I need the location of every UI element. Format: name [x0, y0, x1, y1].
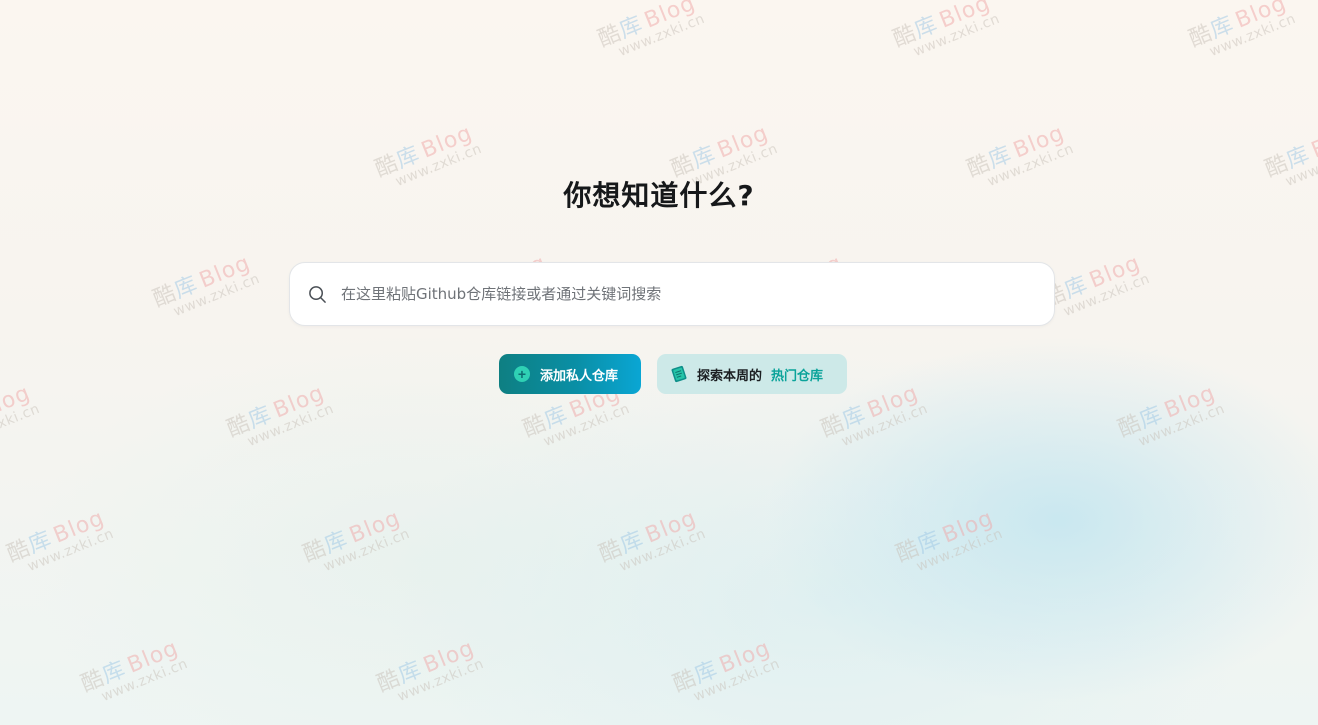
watermark: 酷库Blogwww.zxki.cn [594, 0, 708, 61]
watermark: 酷库Blogwww.zxki.cn [3, 505, 117, 576]
watermark: 酷库Blogwww.zxki.cn [223, 380, 337, 451]
search-input[interactable] [339, 273, 1034, 315]
watermark: 酷库Blogwww.zxki.cn [299, 505, 413, 576]
watermark: 酷库Blogwww.zxki.cn [0, 380, 43, 451]
watermark: 酷库Blogwww.zxki.cn [1185, 0, 1299, 61]
add-private-repo-button[interactable]: + 添加私人仓库 [499, 354, 641, 394]
watermark: 酷库Blogwww.zxki.cn [77, 635, 191, 706]
explore-label-highlight: 热门仓库 [771, 367, 824, 383]
watermark: 酷库Blogwww.zxki.cn [595, 505, 709, 576]
plus-circle-icon: + [514, 366, 530, 382]
search-icon [307, 284, 327, 304]
watermark: 酷库Blogwww.zxki.cn [149, 250, 263, 321]
page-title: 你想知道什么? [563, 179, 755, 212]
add-private-repo-label: 添加私人仓库 [540, 367, 619, 383]
search-box[interactable] [289, 262, 1055, 326]
watermark: 酷库Blogwww.zxki.cn [892, 505, 1006, 576]
explore-weekly-trending-button[interactable]: 探索本周的 热门仓库 [657, 354, 847, 394]
watermark: 酷库Blogwww.zxki.cn [889, 0, 1003, 61]
book-icon [669, 364, 689, 384]
watermark: 酷库Blogwww.zxki.cn [1114, 380, 1228, 451]
watermark: 酷库Blogwww.zxki.cn [669, 635, 783, 706]
watermark: 酷库Blogwww.zxki.cn [373, 635, 487, 706]
watermark: 酷库Blogwww.zxki.cn [1040, 250, 1153, 321]
explore-label-prefix: 探索本周的 [697, 367, 763, 383]
